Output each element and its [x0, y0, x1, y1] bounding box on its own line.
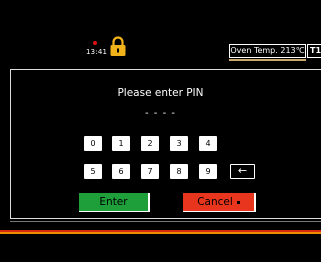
enter-button-label: Enter [99, 196, 128, 208]
tab-t1[interactable]: T1 [307, 44, 321, 58]
key-3[interactable]: 3 [170, 136, 188, 151]
cancel-button[interactable]: Cancel [183, 193, 256, 212]
key-4[interactable]: 4 [199, 136, 217, 151]
key-6[interactable]: 6 [112, 164, 130, 179]
key-9[interactable]: 9 [199, 164, 217, 179]
dialog-title: Please enter PIN [117, 87, 204, 99]
enter-button[interactable]: Enter [79, 193, 150, 212]
padlock-icon[interactable] [109, 36, 127, 57]
oven-temp-underline [229, 59, 306, 61]
backspace-key[interactable]: ← [230, 164, 255, 179]
key-2[interactable]: 2 [141, 136, 159, 151]
footer-stripe-orange [0, 232, 321, 234]
key-5[interactable]: 5 [84, 164, 102, 179]
key-1[interactable]: 1 [112, 136, 130, 151]
alarm-indicator [93, 41, 97, 45]
cancel-button-label: Cancel [197, 196, 233, 208]
key-8[interactable]: 8 [170, 164, 188, 179]
clock-time: 13:41 [86, 48, 108, 56]
pin-input-field[interactable]: - - - - [0, 108, 321, 119]
key-0[interactable]: 0 [84, 136, 102, 151]
key-7[interactable]: 7 [141, 164, 159, 179]
stop-square-icon [236, 200, 240, 204]
oven-temp-display[interactable]: Oven Temp. 213℃ [229, 44, 306, 58]
dialog-divider [10, 221, 321, 222]
